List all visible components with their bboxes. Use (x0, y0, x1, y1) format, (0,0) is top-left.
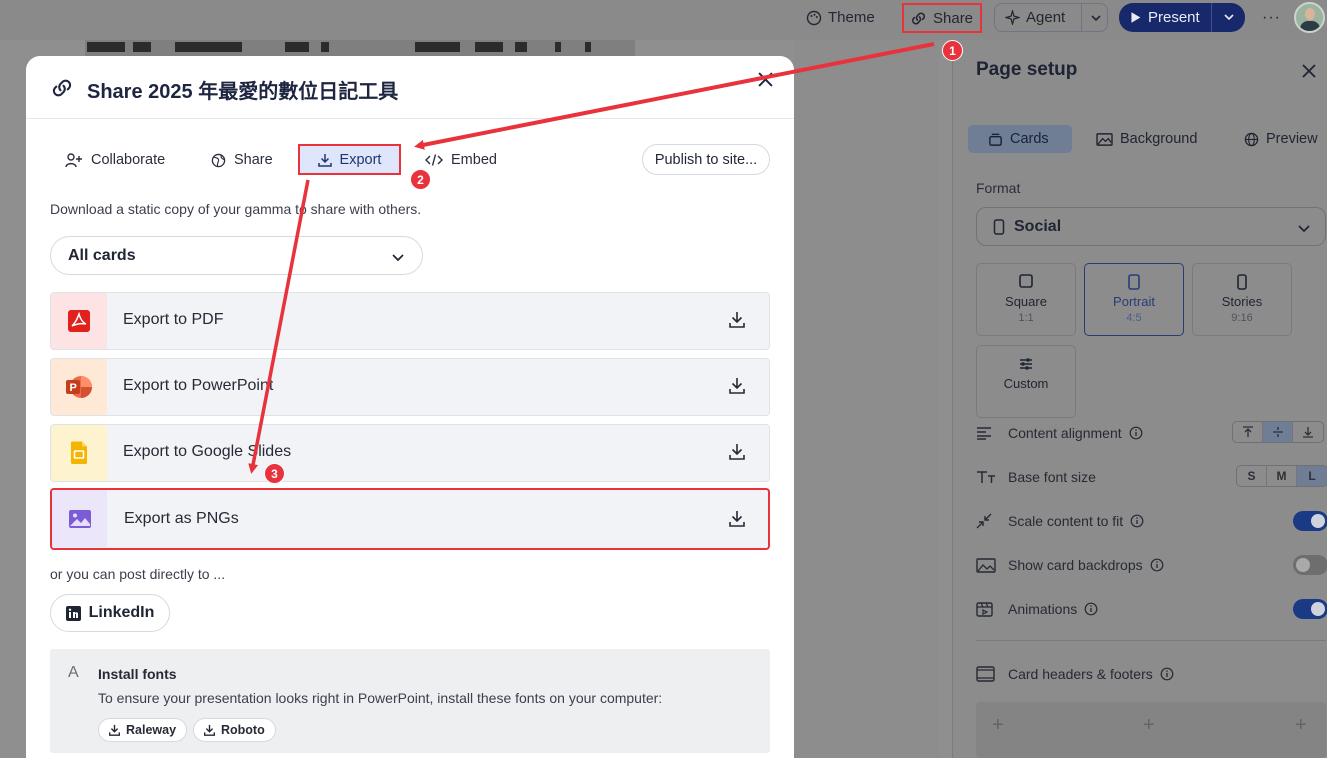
step-badge-1: 1 (942, 40, 963, 61)
arrow-to-png-option (248, 179, 310, 474)
step-badge-2: 2 (410, 169, 431, 190)
arrow-to-export-tab (414, 42, 935, 150)
annotation-arrows (248, 42, 935, 474)
step-badge-3: 3 (264, 463, 285, 484)
